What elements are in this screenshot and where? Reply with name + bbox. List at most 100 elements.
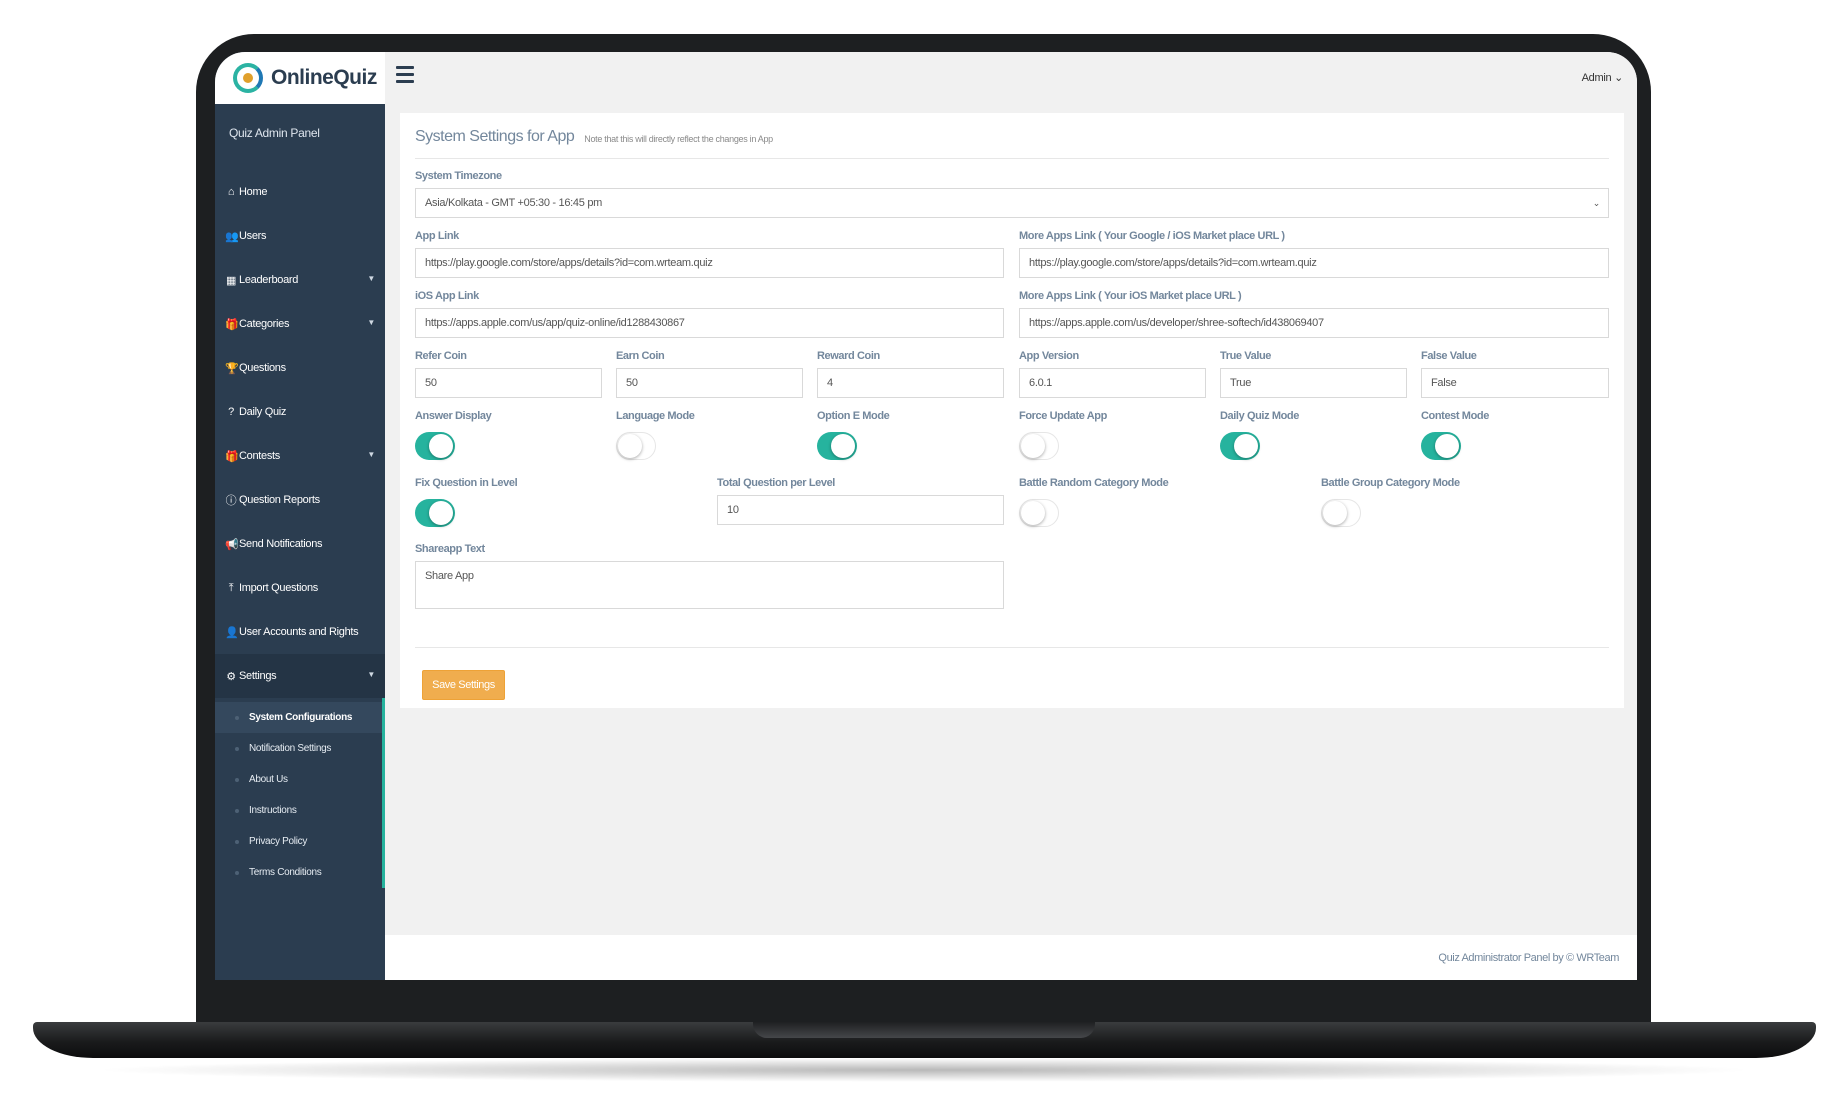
brand-name: OnlineQuiz bbox=[271, 66, 377, 89]
language-mode-toggle[interactable] bbox=[616, 432, 656, 460]
submenu-item-about-us[interactable]: About Us bbox=[215, 764, 382, 795]
earn-coin-input[interactable]: 50 bbox=[616, 368, 803, 398]
users-icon: 👥 bbox=[225, 230, 239, 243]
onlinequiz-logo-icon bbox=[233, 63, 263, 93]
gift-icon: 🎁 bbox=[225, 318, 239, 331]
app-version-input[interactable]: 6.0.1 bbox=[1019, 368, 1206, 398]
question-circle-icon: ⓘ bbox=[225, 495, 237, 507]
sidebar-item-label: Home bbox=[239, 186, 268, 198]
bullet-icon bbox=[235, 777, 239, 782]
more-apps-link-input[interactable]: https://play.google.com/store/apps/detai… bbox=[1019, 248, 1609, 278]
submenu-item-label: About Us bbox=[249, 774, 288, 785]
sidebar-item-question-reports[interactable]: ⓘ Question Reports bbox=[215, 478, 385, 522]
more-apps-ios-label: More Apps Link ( Your iOS Market place U… bbox=[1019, 290, 1242, 302]
sidebar-item-label: Questions bbox=[239, 362, 286, 374]
sidebar-item-label: Contests bbox=[239, 450, 281, 462]
fix-question-in-level-toggle[interactable] bbox=[415, 499, 455, 527]
app-version-label: App Version bbox=[1019, 350, 1079, 362]
brand[interactable]: OnlineQuiz bbox=[215, 52, 385, 104]
page-title: System Settings for App bbox=[415, 128, 575, 145]
sidebar-item-daily-quiz[interactable]: ? Daily Quiz bbox=[215, 390, 385, 434]
save-settings-button[interactable]: Save Settings bbox=[422, 670, 505, 700]
menu-toggle-icon[interactable] bbox=[396, 66, 414, 86]
daily-quiz-mode-toggle[interactable] bbox=[1220, 432, 1260, 460]
footer-text: Quiz Administrator Panel by © WRTeam bbox=[1438, 952, 1619, 964]
admin-dropdown[interactable]: Admin ⌄ bbox=[1582, 71, 1624, 84]
force-update-app-label: Force Update App bbox=[1019, 410, 1107, 422]
caret-down-icon: ▼ bbox=[367, 450, 375, 459]
sidebar-item-user-accounts-and-rights[interactable]: 👤 User Accounts and Rights bbox=[215, 610, 385, 654]
answer-display-toggle[interactable] bbox=[415, 432, 455, 460]
submenu-item-system-configurations[interactable]: System Configurations bbox=[215, 702, 382, 733]
timezone-label: System Timezone bbox=[415, 170, 502, 182]
false-value-label: False Value bbox=[1421, 350, 1477, 362]
refer-coin-label: Refer Coin bbox=[415, 350, 467, 362]
sidebar-item-questions[interactable]: 🏆 Questions bbox=[215, 346, 385, 390]
sidebar-item-home[interactable]: ⌂ Home bbox=[215, 170, 385, 214]
true-value-input[interactable]: True bbox=[1220, 368, 1407, 398]
language-mode-label: Language Mode bbox=[616, 410, 695, 422]
sidebar-item-leaderboard[interactable]: ▦ Leaderboard ▼ bbox=[215, 258, 385, 302]
timezone-select[interactable]: Asia/Kolkata - GMT +05:30 - 16:45 pm ⌄ bbox=[415, 188, 1609, 218]
submenu-item-label: Instructions bbox=[249, 805, 297, 816]
battle-random-category-mode-label: Battle Random Category Mode bbox=[1019, 477, 1169, 489]
sidebar-item-label: Send Notifications bbox=[239, 538, 323, 550]
bullet-icon bbox=[235, 808, 239, 813]
sidebar-nav: ⌂ Home 👥 Users ▦ Leaderboard ▼ 🎁 Categories ▼ 🏆 Que… bbox=[215, 170, 385, 698]
laptop-notch bbox=[753, 1022, 1095, 1038]
contest-mode-toggle[interactable] bbox=[1421, 432, 1461, 460]
force-update-app-toggle[interactable] bbox=[1019, 432, 1059, 460]
submenu-item-privacy-policy[interactable]: Privacy Policy bbox=[215, 826, 382, 857]
battle-group-category-mode-label: Battle Group Category Mode bbox=[1321, 477, 1460, 489]
bullet-icon bbox=[235, 715, 239, 720]
sidebar-item-import-questions[interactable]: ⤒ Import Questions bbox=[215, 566, 385, 610]
table-icon: ▦ bbox=[225, 274, 237, 287]
true-value-label: True Value bbox=[1220, 350, 1272, 362]
sidebar-item-contests[interactable]: 🎁 Contests ▼ bbox=[215, 434, 385, 478]
bullet-icon bbox=[235, 839, 239, 844]
shareapp-text-label: Shareapp Text bbox=[415, 543, 485, 555]
false-value-input[interactable]: False bbox=[1421, 368, 1609, 398]
panel-label: Quiz Admin Panel bbox=[229, 126, 320, 140]
more-apps-ios-input[interactable]: https://apps.apple.com/us/developer/shre… bbox=[1019, 308, 1609, 338]
refer-coin-input[interactable]: 50 bbox=[415, 368, 602, 398]
submenu-item-terms-conditions[interactable]: Terms Conditions bbox=[215, 857, 382, 888]
sidebar-item-label: User Accounts and Rights bbox=[239, 626, 359, 638]
submenu-item-instructions[interactable]: Instructions bbox=[215, 795, 382, 826]
app-screen: OnlineQuiz Quiz Admin Panel ⌂ Home 👥 Users ▦… bbox=[215, 52, 1637, 980]
battle-group-category-mode-toggle[interactable] bbox=[1321, 499, 1361, 527]
question-icon: ? bbox=[228, 406, 234, 418]
reward-coin-input[interactable]: 4 bbox=[817, 368, 1004, 398]
sidebar-item-settings[interactable]: ⚙ Settings ▼ bbox=[215, 654, 385, 698]
sidebar-item-categories[interactable]: 🎁 Categories ▼ bbox=[215, 302, 385, 346]
trophy-icon: 🏆 bbox=[225, 362, 239, 375]
bullet-icon bbox=[235, 870, 239, 875]
gear-icon: ⚙ bbox=[226, 670, 236, 683]
sidebar-item-send-notifications[interactable]: 📢 Send Notifications bbox=[215, 522, 385, 566]
submenu-item-notification-settings[interactable]: Notification Settings bbox=[215, 733, 382, 764]
sidebar-item-label: Question Reports bbox=[239, 494, 320, 506]
caret-down-icon: ▼ bbox=[367, 274, 375, 283]
timezone-value: Asia/Kolkata - GMT +05:30 - 16:45 pm bbox=[425, 197, 603, 209]
answer-display-label: Answer Display bbox=[415, 410, 492, 422]
upload-icon: ⤒ bbox=[228, 581, 234, 594]
battle-random-category-mode-toggle[interactable] bbox=[1019, 499, 1059, 527]
sidebar-item-label: Daily Quiz bbox=[239, 406, 287, 418]
sidebar-item-label: Settings bbox=[239, 670, 277, 682]
shareapp-text-textarea[interactable]: Share App bbox=[415, 561, 1004, 609]
sidebar-item-label: Users bbox=[239, 230, 267, 242]
option-e-mode-toggle[interactable] bbox=[817, 432, 857, 460]
home-icon: ⌂ bbox=[227, 186, 235, 198]
divider bbox=[415, 647, 1609, 648]
sidebar-item-label: Import Questions bbox=[239, 582, 318, 594]
card-header: System Settings for App Note that this w… bbox=[415, 113, 1609, 159]
ios-app-link-input[interactable]: https://apps.apple.com/us/app/quiz-onlin… bbox=[415, 308, 1004, 338]
footer: Quiz Administrator Panel by © WRTeam bbox=[385, 935, 1637, 980]
app-link-input[interactable]: https://play.google.com/store/apps/detai… bbox=[415, 248, 1004, 278]
sidebar-item-users[interactable]: 👥 Users bbox=[215, 214, 385, 258]
submenu-item-label: System Configurations bbox=[249, 712, 353, 723]
submenu-item-label: Notification Settings bbox=[249, 743, 332, 754]
total-question-per-level-input[interactable]: 10 bbox=[717, 495, 1004, 525]
chevron-down-icon: ⌄ bbox=[1614, 72, 1623, 84]
bullhorn-icon: 📢 bbox=[225, 538, 239, 551]
